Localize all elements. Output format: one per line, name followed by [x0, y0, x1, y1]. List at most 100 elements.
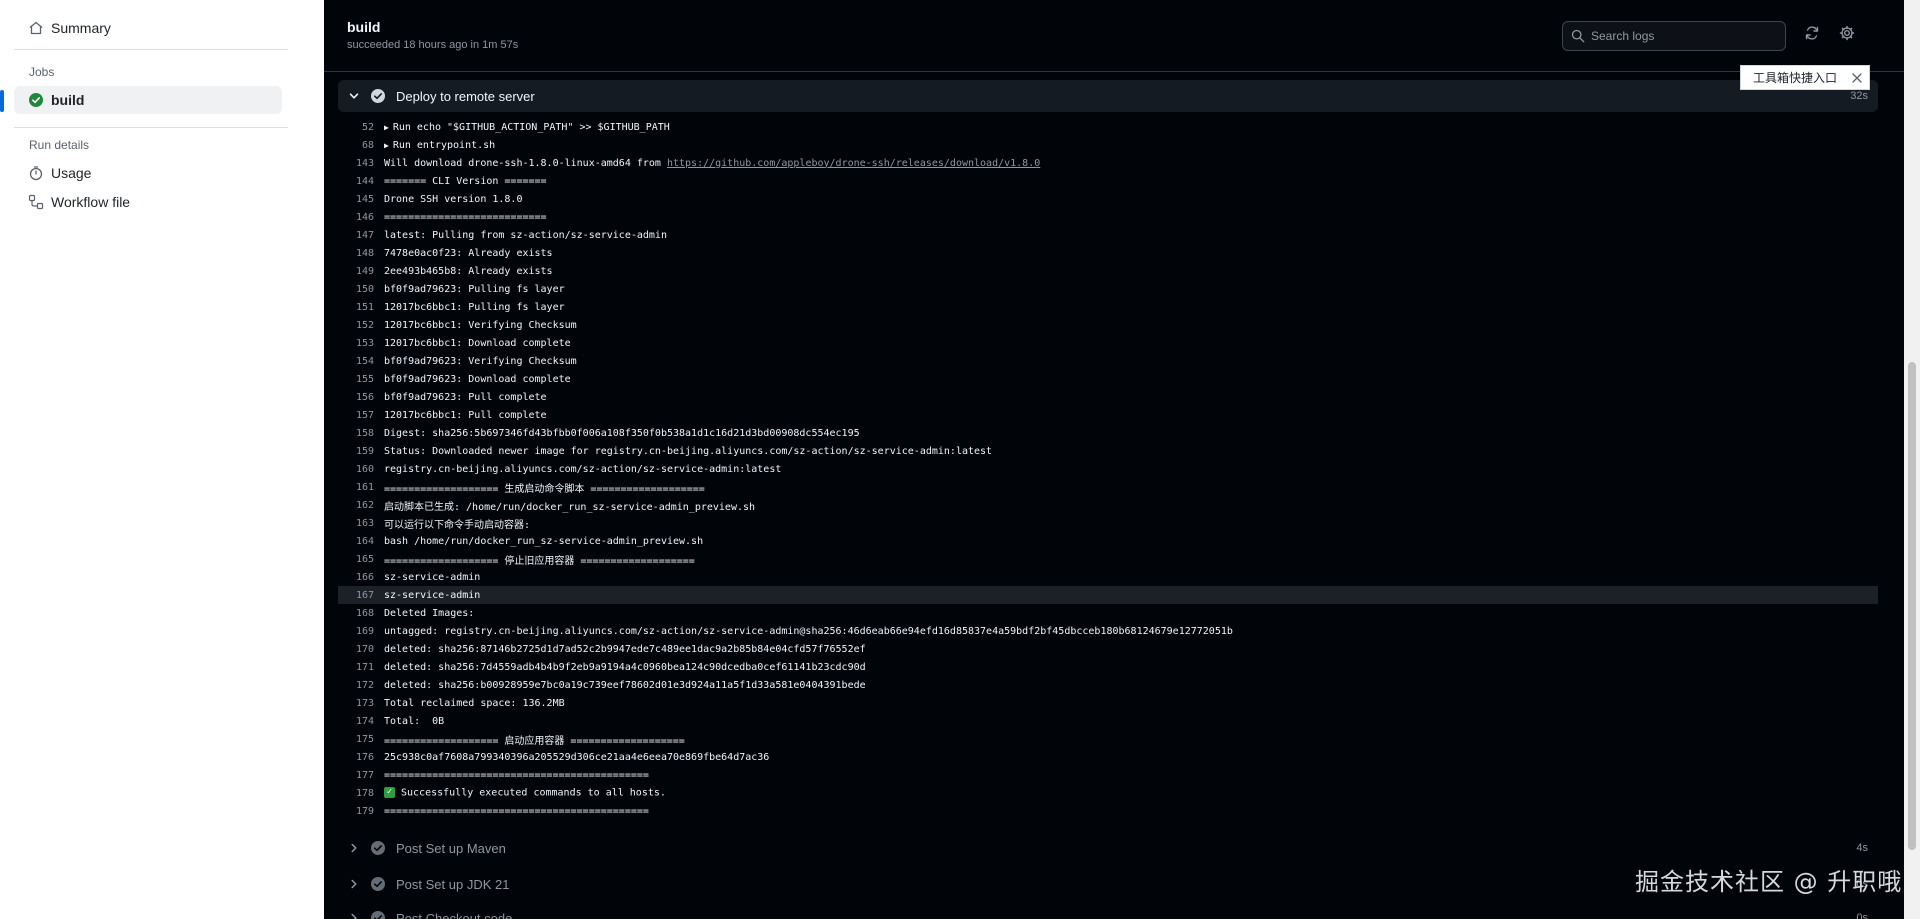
log-line: 179 =====================================… — [338, 802, 1878, 820]
log-line: 173 Total reclaimed space: 136.2MB — [338, 694, 1878, 712]
sidebar-item-workflow-file[interactable]: Workflow file — [14, 188, 282, 216]
step-row[interactable]: Post Set up Maven 4s — [338, 832, 1878, 864]
sidebar-item-label: Usage — [51, 165, 92, 181]
line-number[interactable]: 163 — [338, 518, 374, 529]
log-text: =================== 停止旧应用容器 ============… — [384, 552, 695, 567]
line-number[interactable]: 149 — [338, 266, 374, 277]
log-message: 25c938c0af7608a799340396a205529d306ce21a… — [384, 751, 770, 763]
workflow-icon — [28, 194, 44, 210]
line-number[interactable]: 154 — [338, 356, 374, 367]
check-circle-icon — [370, 876, 386, 892]
jobs-heading: Jobs — [29, 65, 55, 79]
line-number[interactable]: 173 — [338, 698, 374, 709]
log-text: deleted: sha256:87146b2725d1d7ad52c2b994… — [384, 644, 866, 655]
log-link[interactable]: https://github.com/appleboy/drone-ssh/re… — [667, 158, 1040, 169]
toolbox-tooltip[interactable]: 工具箱快捷入口 — [1740, 65, 1870, 90]
line-number[interactable]: 155 — [338, 374, 374, 385]
log-message: Successfully executed commands to all ho… — [401, 787, 666, 799]
log-line: 162 启动脚本已生成: /home/run/docker_run_sz-serv… — [338, 496, 1878, 514]
check-circle-icon — [370, 910, 386, 919]
line-number[interactable]: 143 — [338, 158, 374, 169]
line-number[interactable]: 169 — [338, 626, 374, 637]
line-number[interactable]: 158 — [338, 428, 374, 439]
line-number[interactable]: 159 — [338, 446, 374, 457]
line-number[interactable]: 161 — [338, 482, 374, 493]
line-number[interactable]: 175 — [338, 734, 374, 745]
line-number[interactable]: 144 — [338, 176, 374, 187]
line-number[interactable]: 148 — [338, 248, 374, 259]
line-number[interactable]: 171 — [338, 662, 374, 673]
scrollbar-thumb[interactable] — [1908, 362, 1916, 850]
log-line: 157 12017bc6bbc1: Pull complete — [338, 406, 1878, 424]
line-number[interactable]: 147 — [338, 230, 374, 241]
log-message: Digest: sha256:5b697346fd43bfbb0f006a108… — [384, 427, 860, 439]
line-number[interactable]: 153 — [338, 338, 374, 349]
line-number[interactable]: 176 — [338, 752, 374, 763]
watermark: 掘金技术社区 @ 升职哦 — [1635, 868, 1903, 896]
line-number[interactable]: 177 — [338, 770, 374, 781]
line-number[interactable]: 152 — [338, 320, 374, 331]
line-number[interactable]: 150 — [338, 284, 374, 295]
triangle-right-icon[interactable]: ▶ — [384, 141, 389, 150]
line-number[interactable]: 174 — [338, 716, 374, 727]
line-number[interactable]: 179 — [338, 806, 374, 817]
log-output: 52 ▶ Run echo "$GITHUB_ACTION_PATH" >> $GI… — [338, 100, 1878, 820]
step-duration: 4s — [1856, 842, 1868, 854]
log-line: 158 Digest: sha256:5b697346fd43bfbb0f006a… — [338, 424, 1878, 442]
search-input[interactable] — [1591, 29, 1771, 43]
line-number[interactable]: 156 — [338, 392, 374, 403]
line-number[interactable]: 157 — [338, 410, 374, 421]
log-text: bf0f9ad79623: Pull complete — [384, 392, 547, 403]
sidebar-item-build[interactable]: build — [0, 86, 282, 114]
line-number[interactable]: 170 — [338, 644, 374, 655]
log-text[interactable]: ▶ Run echo "$GITHUB_ACTION_PATH" >> $GITH… — [384, 122, 670, 133]
log-text[interactable]: ▶ Run entrypoint.sh — [384, 140, 495, 151]
sidebar-item-summary[interactable]: Summary — [14, 14, 282, 42]
log-message: 12017bc6bbc1: Pull complete — [384, 409, 547, 421]
line-number[interactable]: 68 — [338, 140, 374, 151]
step-header-deploy[interactable]: Deploy to remote server 32s — [338, 80, 1878, 112]
line-number[interactable]: 168 — [338, 608, 374, 619]
log-line: 151 12017bc6bbc1: Pulling fs layer — [338, 298, 1878, 316]
close-icon[interactable] — [1849, 70, 1865, 86]
chevron-right-icon — [346, 842, 362, 854]
line-number[interactable]: 178 — [338, 788, 374, 799]
log-message: 12017bc6bbc1: Download complete — [384, 337, 571, 349]
search-logs[interactable] — [1562, 21, 1786, 51]
sidebar-item-label: Summary — [51, 20, 111, 36]
check-circle-icon — [28, 92, 44, 108]
stopwatch-icon — [28, 165, 44, 181]
line-number[interactable]: 166 — [338, 572, 374, 583]
run-details-heading: Run details — [29, 138, 90, 152]
line-number[interactable]: 162 — [338, 500, 374, 511]
log-message: Will download drone-ssh-1.8.0-linux-amd6… — [384, 157, 667, 169]
line-number[interactable]: 167 — [338, 590, 374, 601]
line-number[interactable]: 165 — [338, 554, 374, 565]
line-number[interactable]: 164 — [338, 536, 374, 547]
log-message: bf0f9ad79623: Pull complete — [384, 391, 547, 403]
triangle-right-icon[interactable]: ▶ — [384, 123, 389, 132]
scrollbar[interactable] — [1904, 0, 1920, 919]
line-number[interactable]: 160 — [338, 464, 374, 475]
line-number[interactable]: 146 — [338, 212, 374, 223]
step-name: Post Set up JDK 21 — [396, 876, 510, 892]
log-line: 171 deleted: sha256:7d4559adb4b4b9f2eb9a9… — [338, 658, 1878, 676]
line-number[interactable]: 52 — [338, 122, 374, 133]
step-row[interactable]: Post Checkout code 0s — [338, 902, 1878, 919]
refresh-button[interactable] — [1802, 25, 1822, 45]
log-pane: build succeeded 18 hours ago in 1m 57s 5… — [324, 0, 1904, 919]
log-text: bf0f9ad79623: Download complete — [384, 374, 571, 385]
log-text: deleted: sha256:7d4559adb4b4b9f2eb9a9194… — [384, 662, 866, 673]
line-number[interactable]: 151 — [338, 302, 374, 313]
job-title: build — [347, 19, 381, 35]
line-number[interactable]: 145 — [338, 194, 374, 205]
log-message: deleted: sha256:87146b2725d1d7ad52c2b994… — [384, 643, 866, 655]
log-line: 172 deleted: sha256:b00928959e7bc0a19c739… — [338, 676, 1878, 694]
step-name: Deploy to remote server — [396, 88, 535, 104]
line-number[interactable]: 172 — [338, 680, 374, 691]
log-message: =================== 停止旧应用容器 ============… — [384, 555, 695, 567]
sidebar-item-usage[interactable]: Usage — [14, 159, 282, 187]
log-text: 12017bc6bbc1: Pull complete — [384, 410, 547, 421]
job-status: succeeded 18 hours ago in 1m 57s — [347, 39, 519, 51]
settings-button[interactable] — [1837, 25, 1857, 45]
